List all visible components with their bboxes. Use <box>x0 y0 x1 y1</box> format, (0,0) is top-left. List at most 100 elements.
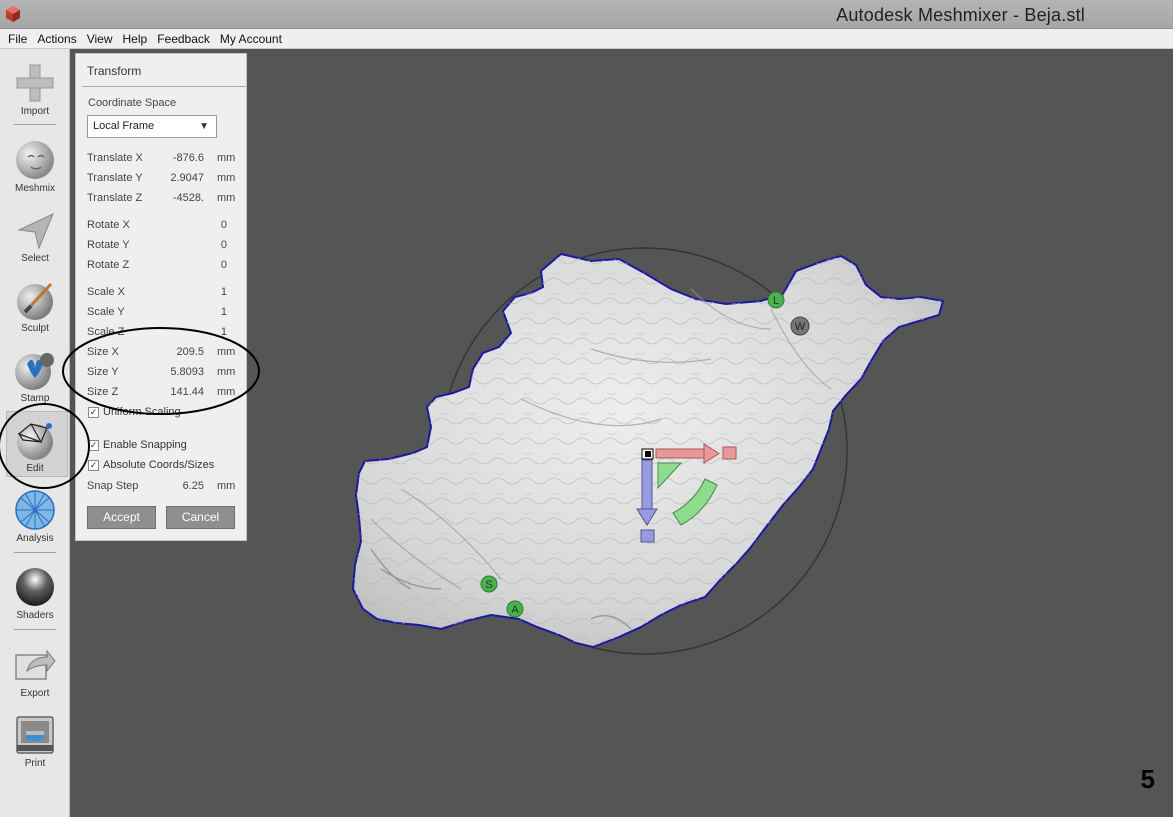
tool-label-analysis: Analysis <box>16 533 54 544</box>
tool-label-print: Print <box>24 758 46 769</box>
mesh-sphere-icon <box>15 490 55 530</box>
marker-a-label: A <box>511 604 519 616</box>
scale-z-label: Scale Z <box>87 326 125 338</box>
coordinate-space-value: Local Frame <box>93 120 155 132</box>
size-z-unit: mm <box>217 386 236 398</box>
chrome-sphere-icon <box>16 568 54 606</box>
accept-button[interactable]: Accept <box>87 506 156 529</box>
scale-y-field[interactable]: 1 <box>221 306 227 318</box>
menu-file[interactable]: File <box>3 29 32 49</box>
meshmixer-window: Autodesk Meshmixer - Beja.stl File Actio… <box>0 0 1173 817</box>
dropdown-arrow-icon: ▼ <box>199 121 209 132</box>
snap-step-unit: mm <box>217 480 236 492</box>
menu-my-account[interactable]: My Account <box>215 29 287 49</box>
fleur-stamp-icon <box>15 353 54 390</box>
marker-s-label: S <box>485 579 492 591</box>
rotate-z-field[interactable]: 0 <box>221 259 227 271</box>
uniform-scaling-checkbox[interactable]: ✓ <box>88 407 99 418</box>
export-button[interactable]: Export <box>0 637 70 709</box>
analysis-button[interactable]: Analysis <box>0 482 70 554</box>
scale-x-label: Scale X <box>87 286 125 298</box>
marker-l[interactable]: L <box>767 291 785 309</box>
plus-icon <box>16 64 54 102</box>
scale-z-field[interactable]: 1 <box>221 326 227 338</box>
toolbar-separator <box>14 552 56 553</box>
toolbar-separator <box>14 124 56 125</box>
rotate-y-field[interactable]: 0 <box>221 239 227 251</box>
size-x-label: Size X <box>87 346 119 358</box>
size-x-field[interactable]: 209.5 <box>176 346 204 358</box>
enable-snapping-checkbox[interactable]: ✓ <box>88 440 99 451</box>
menu-feedback[interactable]: Feedback <box>152 29 215 49</box>
meshmix-button[interactable]: Meshmix <box>0 132 70 204</box>
panel-title: Transform <box>87 64 142 78</box>
window-title: Autodesk Meshmixer - Beja.stl <box>836 5 1085 25</box>
tool-label-select: Select <box>21 253 49 264</box>
meshmixer-logo-icon <box>6 6 20 22</box>
page-number: 5 <box>1140 764 1155 794</box>
face-sphere-icon <box>16 141 54 179</box>
menu-actions[interactable]: Actions <box>32 29 81 49</box>
toolbar-separator <box>14 629 56 630</box>
size-x-unit: mm <box>217 346 236 358</box>
stamp-button[interactable]: Stamp <box>0 342 70 414</box>
tool-label-shaders: Shaders <box>16 610 54 621</box>
snap-step-label: Snap Step <box>87 480 139 492</box>
printer-icon <box>16 716 54 754</box>
marker-w-label: W <box>795 321 806 333</box>
translate-x-unit: mm <box>217 152 236 164</box>
absolute-coords-label: Absolute Coords/Sizes <box>103 459 215 471</box>
wireframe-sphere-icon <box>17 423 53 460</box>
export-arrow-icon <box>15 649 56 680</box>
rotate-z-label: Rotate Z <box>87 259 130 271</box>
transform-panel: Transform Coordinate Space Local Frame ▼… <box>75 53 247 541</box>
snap-step-field[interactable]: 6.25 <box>183 480 204 492</box>
rotate-x-label: Rotate X <box>87 219 130 231</box>
translate-x-label: Translate X <box>87 152 143 164</box>
cancel-button[interactable]: Cancel <box>166 506 235 529</box>
translate-y-unit: mm <box>217 172 236 184</box>
menu-help[interactable]: Help <box>118 29 153 49</box>
size-z-label: Size Z <box>87 386 119 398</box>
size-y-unit: mm <box>217 366 236 378</box>
uniform-scaling-label: Uniform Scaling <box>103 406 181 418</box>
marker-s[interactable]: S <box>480 575 498 593</box>
brush-sphere-icon <box>17 282 53 320</box>
coordinate-space-dropdown[interactable]: Local Frame ▼ <box>87 115 217 138</box>
left-toolbar: Import Meshmix Select Sculpt Stamp Edit … <box>0 49 70 817</box>
shaders-button[interactable]: Shaders <box>0 559 70 631</box>
cursor-arrow-icon <box>17 212 54 250</box>
rotate-y-label: Rotate Y <box>87 239 130 251</box>
marker-l-label: L <box>773 295 779 307</box>
tool-label-stamp: Stamp <box>20 393 50 404</box>
menu-view[interactable]: View <box>82 29 118 49</box>
tool-label-meshmix: Meshmix <box>14 183 55 194</box>
sculpt-button[interactable]: Sculpt <box>0 272 70 344</box>
print-button[interactable]: Print <box>0 707 70 779</box>
size-z-field[interactable]: 141.44 <box>170 386 204 398</box>
menu-bar: File Actions View Help Feedback My Accou… <box>0 29 1173 49</box>
panel-title-divider <box>82 86 246 87</box>
tool-label-export: Export <box>20 688 50 699</box>
import-button[interactable]: Import <box>0 55 70 127</box>
marker-w[interactable]: W <box>790 316 810 336</box>
rotate-x-field[interactable]: 0 <box>221 219 227 231</box>
select-button[interactable]: Select <box>0 202 70 274</box>
enable-snapping-label: Enable Snapping <box>103 439 187 451</box>
scale-y-label: Scale Y <box>87 306 125 318</box>
translate-z-label: Translate Z <box>87 192 143 204</box>
absolute-coords-checkbox[interactable]: ✓ <box>88 460 99 471</box>
translate-z-field[interactable]: -4528. <box>173 192 204 204</box>
translate-y-field[interactable]: 2.9047 <box>170 172 204 184</box>
marker-a[interactable]: A <box>506 600 524 618</box>
translate-z-unit: mm <box>217 192 236 204</box>
scale-x-field[interactable]: 1 <box>221 286 227 298</box>
translate-y-label: Translate Y <box>87 172 143 184</box>
translate-x-field[interactable]: -876.6 <box>173 152 204 164</box>
size-y-label: Size Y <box>87 366 119 378</box>
edit-button[interactable]: Edit <box>0 412 70 484</box>
coordinate-space-label: Coordinate Space <box>88 97 177 109</box>
tool-label-edit: Edit <box>26 463 44 474</box>
size-y-field[interactable]: 5.8093 <box>170 366 204 378</box>
tool-label-import: Import <box>20 106 50 117</box>
